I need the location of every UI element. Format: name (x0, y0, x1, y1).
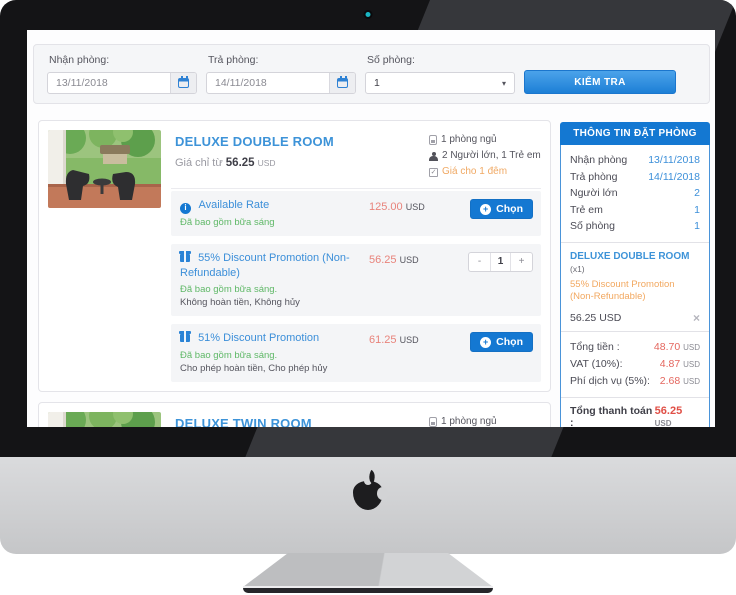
content-row: DELUXE DOUBLE ROOM Giá chỉ từ 56.25 USD (38, 120, 710, 427)
rate-policy: Cho phép hoàn tiền, Cho phép hủy (180, 363, 363, 374)
price-from-value: 56.25 (226, 157, 255, 169)
checkout-calendar-button[interactable] (329, 73, 355, 93)
bed-icon (429, 135, 437, 145)
rate-price: 61.25 (369, 334, 397, 346)
room-photo (48, 412, 161, 427)
chevron-down-icon: ▾ (502, 79, 506, 88)
rate-policy: Không hoàn tiền, Không hủy (180, 297, 363, 308)
checkin-input[interactable] (48, 73, 170, 93)
rate-includes: Đã bao gồm bữa sáng (180, 217, 363, 228)
rate-includes: Đã bao gồm bữa sáng. (180, 284, 363, 295)
remove-item-icon[interactable]: × (693, 312, 700, 324)
room-list: DELUXE DOUBLE ROOM Giá chỉ từ 56.25 USD (38, 120, 551, 427)
rate-row: 51% Discount Promotion Đã bao gồm bữa sá… (171, 324, 541, 381)
quantity-stepper: - 1 + (468, 252, 533, 272)
divider (561, 242, 709, 243)
choose-button[interactable]: + Chọn (470, 199, 533, 219)
apple-logo (353, 472, 383, 510)
rate-row: i Available Rate Đã bao gồm bữa sáng 125… (171, 191, 541, 236)
vat-row: VAT (10%): 4.87 USD (570, 356, 700, 373)
check-availability-button[interactable]: KIỂM TRA (524, 70, 676, 94)
rooms-field-group: Số phòng: 1 ▾ (365, 52, 515, 94)
booking-summary-title: THÔNG TIN ĐẶT PHÒNG (560, 122, 710, 145)
rate-price: 56.25 (369, 254, 397, 266)
rate-price: 125.00 (369, 201, 403, 213)
cart-item: DELUXE DOUBLE ROOM (x1) 55% Discount Pro… (570, 250, 700, 325)
calendar-icon (178, 78, 189, 88)
price-from-label: Giá chỉ từ (175, 157, 223, 169)
webcam-dot (366, 12, 371, 17)
room-card-deluxe-double: DELUXE DOUBLE ROOM Giá chỉ từ 56.25 USD (38, 120, 551, 392)
grand-total-row: Tổng thanh toán : 56.25 USD (570, 405, 700, 427)
room-title: DELUXE DOUBLE ROOM (175, 134, 421, 149)
bedrooms-text: 1 phòng ngủ (441, 132, 497, 148)
subtotal-row: Tổng tiền : 48.70 USD (570, 339, 700, 356)
search-form: Nhận phòng: Trả phòng: (33, 44, 710, 104)
checkout-field-group: Trả phòng: (206, 52, 356, 94)
divider (561, 331, 709, 332)
room-attributes: 1 phòng ngủ 2 Người lớn, 1 Trẻ em ✓ Giá … (429, 414, 539, 427)
summary-children-row: Trẻ em 1 (570, 202, 700, 219)
room-photo (48, 130, 161, 208)
person-icon (429, 152, 438, 161)
checkin-field-group: Nhận phòng: (47, 52, 197, 94)
gift-icon (180, 334, 190, 342)
rooms-label: Số phòng: (367, 54, 515, 66)
rate-currency: USD (400, 255, 419, 265)
stepper-plus-button[interactable]: + (511, 253, 532, 271)
room-attributes: 1 phòng ngủ 2 Người lớn, 1 Trẻ em ✓ Giá … (429, 132, 539, 180)
monitor-stand-neck (243, 553, 493, 587)
checkbox-icon: ✓ (429, 168, 438, 177)
checkout-input[interactable] (207, 73, 329, 93)
bedrooms-text: 1 phòng ngủ (441, 414, 497, 427)
booking-summary-panel: THÔNG TIN ĐẶT PHÒNG Nhận phòng 13/11/201… (560, 122, 710, 427)
summary-rooms-row: Số phòng 1 (570, 218, 700, 235)
plus-circle-icon: + (480, 204, 491, 215)
rooms-select[interactable]: 1 ▾ (365, 72, 515, 94)
monitor-frame: Nhận phòng: Trả phòng: (0, 0, 736, 457)
gift-icon (180, 254, 190, 262)
summary-checkin-row: Nhận phòng 13/11/2018 (570, 152, 700, 169)
divider (561, 397, 709, 398)
rate-row: 55% Discount Promotion (Non-Refundable) … (171, 244, 541, 317)
stepper-minus-button[interactable]: - (469, 253, 490, 271)
rate-name: 55% Discount Promotion (Non-Refundable) (180, 252, 350, 279)
summary-checkout-row: Trả phòng 14/11/2018 (570, 169, 700, 186)
summary-adults-row: Người lớn 2 (570, 185, 700, 202)
cart-room-qty: (x1) (570, 264, 585, 274)
occupancy-text: 2 Người lớn, 1 Trẻ em (442, 148, 541, 164)
screen: Nhận phòng: Trả phòng: (27, 30, 715, 427)
rate-includes: Đã bao gồm bữa sáng. (180, 350, 363, 361)
service-fee-row: Phí dịch vụ (5%): 2.68 USD (570, 373, 700, 390)
bed-icon (429, 417, 437, 427)
info-icon: i (180, 203, 191, 214)
rate-name: 51% Discount Promotion (198, 332, 319, 344)
rooms-select-value: 1 (374, 77, 380, 89)
price-from-currency: USD (258, 158, 276, 168)
room-title: DELUXE TWIN ROOM (175, 416, 421, 427)
rate-currency: USD (400, 335, 419, 345)
stepper-quantity: 1 (490, 253, 511, 271)
rate-currency: USD (406, 202, 425, 212)
imac-mockup: Nhận phòng: Trả phòng: (0, 0, 736, 595)
calendar-icon (337, 78, 348, 88)
checkout-label: Trả phòng: (208, 54, 356, 66)
checkin-calendar-button[interactable] (170, 73, 196, 93)
plus-circle-icon: + (480, 337, 491, 348)
choose-button[interactable]: + Chọn (470, 332, 533, 352)
room-card-deluxe-twin: DELUXE TWIN ROOM Giá chỉ từ 56.25 USD (38, 402, 551, 427)
cart-room-name: DELUXE DOUBLE ROOM (570, 251, 689, 262)
monitor-stand-base (243, 586, 493, 593)
cart-price: 56.25 USD (570, 312, 621, 324)
checkin-label: Nhận phòng: (49, 54, 197, 66)
cart-promo: 55% Discount Promotion (Non-Refundable) (570, 279, 700, 305)
rate-name: Available Rate (198, 199, 269, 211)
price-note-text: Giá cho 1 đêm (442, 164, 507, 180)
